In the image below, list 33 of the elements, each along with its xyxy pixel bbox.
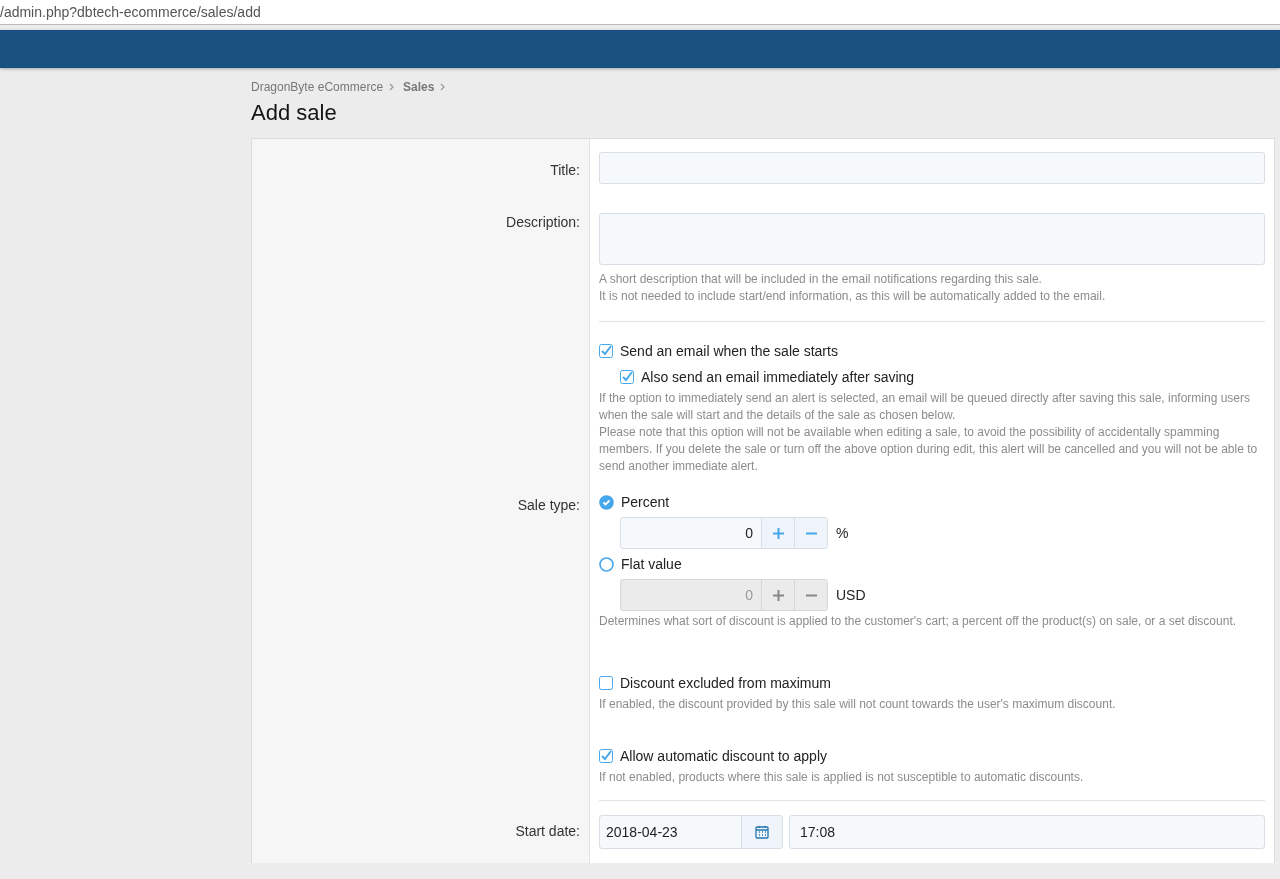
radio-button[interactable] <box>599 494 614 510</box>
field-label: Title: <box>550 162 580 178</box>
hint-text: If enabled, the discount provided by this sale will not count towards the user's maximum discount. <box>599 696 1117 713</box>
unit-label: % <box>836 525 849 541</box>
hint-text: A short description that will be included in the email notifications regarding this sale. <box>599 271 1043 288</box>
radio-label[interactable]: Flat value <box>621 556 682 572</box>
hint-text: Determines what sort of discount is applied to the customer's cart; a percent off the product(s) on sale, or a set discount. <box>599 613 1238 630</box>
checkbox-label[interactable]: Allow automatic discount to apply <box>620 748 827 764</box>
field-label: Sale type: <box>517 497 580 513</box>
field-label: Start date: <box>515 823 580 839</box>
time-input[interactable]: 17:08 <box>789 815 1265 849</box>
field-label: Description: <box>506 214 580 230</box>
address-bar[interactable]: /admin.php?dbtech-ecommerce/sales/add <box>0 0 1280 25</box>
checkbox-label[interactable]: Send an email when the sale starts <box>620 343 838 359</box>
title-input[interactable] <box>599 152 1265 184</box>
unit-label: USD <box>836 587 866 603</box>
checkbox-label[interactable]: Also send an email immediately after saving <box>641 369 915 385</box>
hint-text: If the option to immediately send an alert is selected, an email will be queued directly after saving this sale, informing users when the sale will start and the details of the sale as chosen below. <box>599 390 1251 424</box>
chevron-icon <box>440 83 447 91</box>
checkbox[interactable] <box>599 749 613 763</box>
breadcrumb-link[interactable]: Sales <box>403 80 435 94</box>
checkbox-label[interactable]: Discount excluded from maximum <box>620 675 831 691</box>
hint-text: If not enabled, products where this sale is applied is not susceptible to automatic discounts. <box>599 769 1085 786</box>
hint-text: It is not needed to include start/end information, as this will be automatically added to the email. <box>599 288 1107 305</box>
radio-button[interactable] <box>599 556 614 572</box>
checkbox[interactable] <box>599 344 613 358</box>
page-title: Add sale <box>251 100 338 126</box>
breadcrumb-link[interactable]: DragonByte eCommerce <box>251 80 384 94</box>
checkbox[interactable] <box>620 370 634 384</box>
hint-text: Please note that this option will not be available when editing a sale, to avoid the possibility of accidentally spamming members. If you delete the sale or turn off the above option during edit, this alert will be cancelled and you will not be able to send another immediate alert. <box>599 424 1259 475</box>
chevron-icon <box>389 83 396 91</box>
checkbox[interactable] <box>599 676 613 690</box>
radio-label[interactable]: Percent <box>621 494 670 510</box>
